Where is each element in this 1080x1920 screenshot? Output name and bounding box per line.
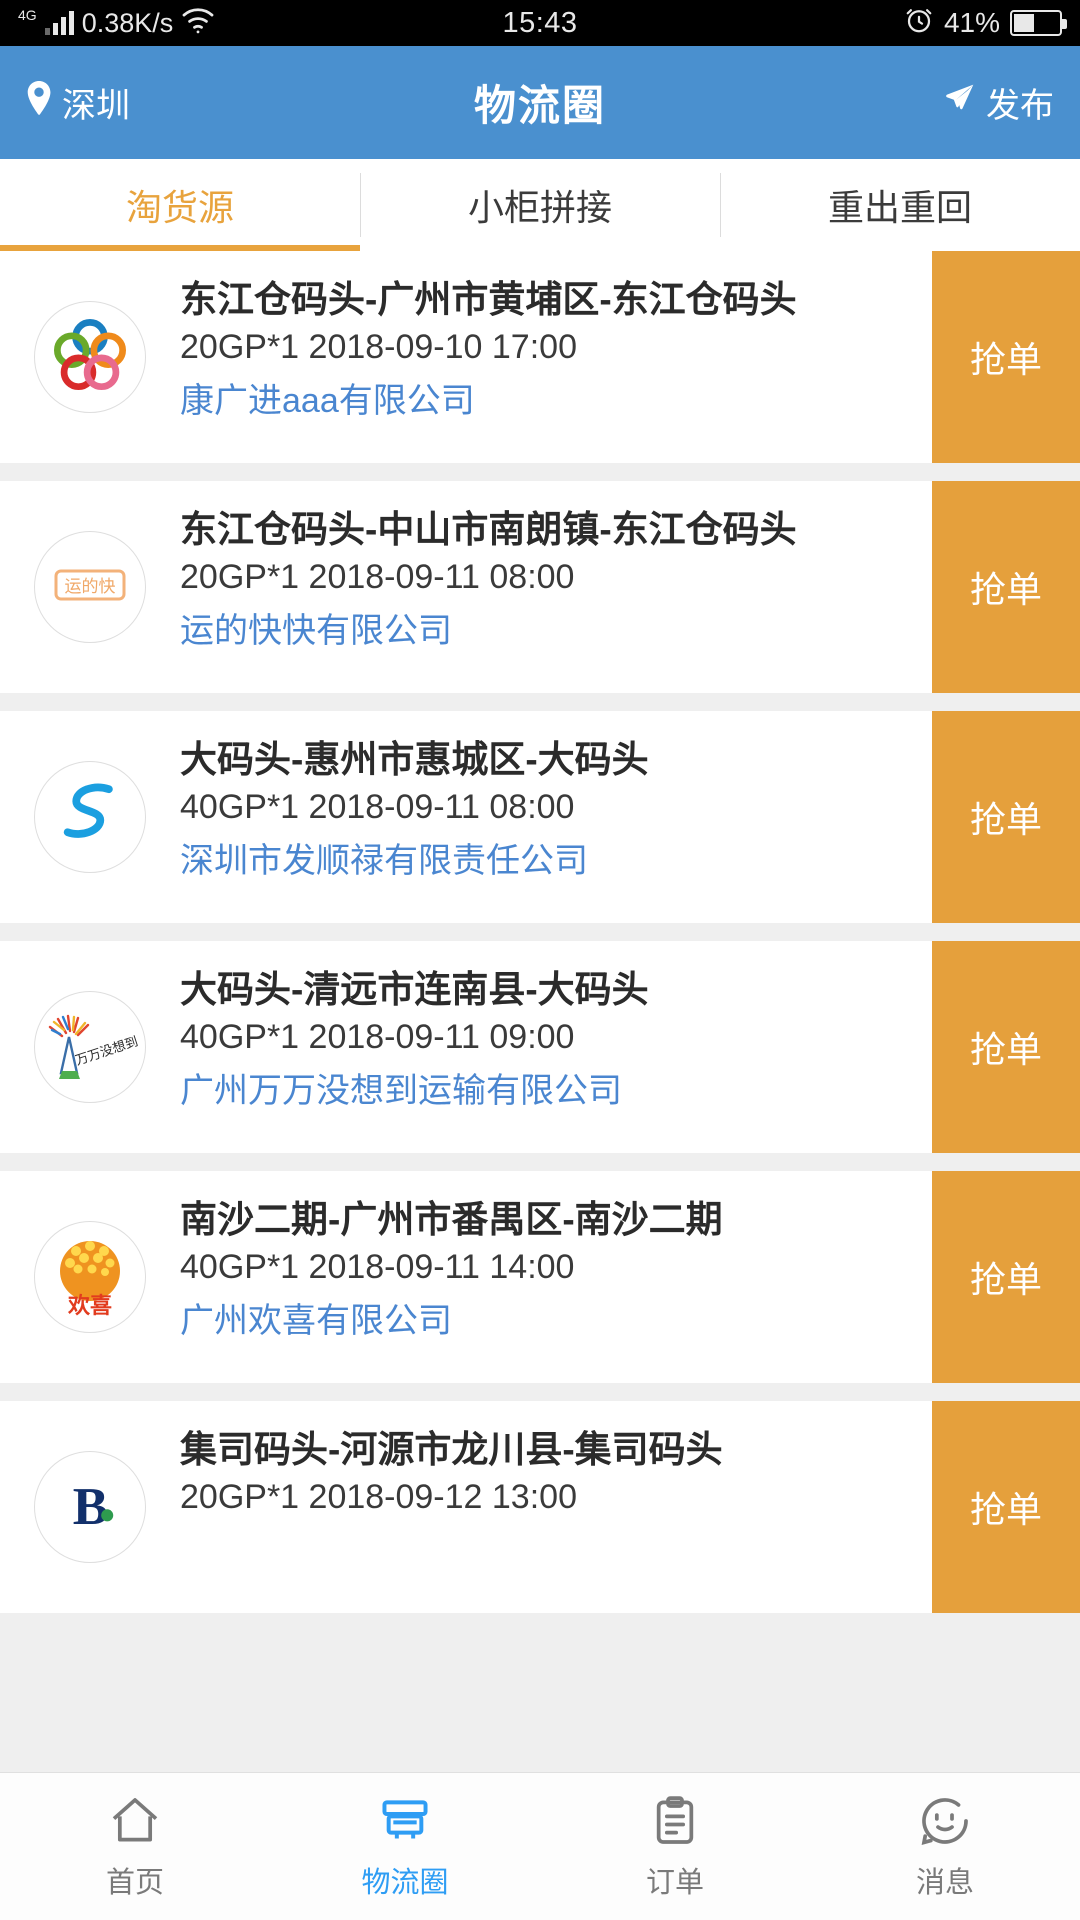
svg-text:B: B [73,1475,109,1535]
avatar [34,761,146,873]
wifi-icon [181,6,215,41]
location-pin-icon [26,81,52,124]
order-info: 集司码头-河源市龙川县-集司码头 20GP*1 2018-09-12 13:00 [180,1401,932,1613]
route-title: 大码头-清远市连南县-大码头 [180,969,649,1010]
container-spec: 20GP*1 2018-09-12 13:00 [180,1478,577,1517]
container-spec: 40GP*1 2018-09-11 09:00 [180,1018,575,1057]
order-list: 东江仓码头-广州市黄埔区-东江仓码头 20GP*1 2018-09-10 17:… [0,251,1080,1613]
avatar: 运的快 [34,531,146,643]
avatar-cell: B [0,1401,180,1613]
avatar: B [34,1451,146,1563]
order-info: 东江仓码头-广州市黄埔区-东江仓码头 20GP*1 2018-09-10 17:… [180,251,932,463]
location-selector[interactable]: 深圳 [26,78,130,127]
svg-text:万万没想到: 万万没想到 [73,1033,139,1067]
truck-icon [377,1793,433,1849]
alarm-icon [904,5,934,42]
huanxi-logo-icon: 欢喜 [40,1225,140,1330]
avatar-cell [0,251,180,463]
airplane-icon [942,82,978,123]
nav-item-wuliuquan[interactable]: 物流圈 [270,1793,540,1901]
yundikuaikuai-logo-icon: 运的快 [50,563,130,612]
b-letter-logo-icon: B [47,1462,133,1553]
order-list-scroll[interactable]: 东江仓码头-广州市黄埔区-东江仓码头 20GP*1 2018-09-10 17:… [0,251,1080,1724]
home-icon [107,1793,163,1849]
network-type-label: 4G [18,7,37,23]
order-info: 大码头-清远市连南县-大码头 40GP*1 2018-09-11 09:00 广… [180,941,932,1153]
list-item[interactable]: 万万没想到 大码头-清远市连南县-大码头 40GP*1 2018-09-11 0… [0,941,1080,1153]
tab-label: 淘货源 [125,187,234,228]
list-item[interactable]: 运的快 东江仓码头-中山市南朗镇-东江仓码头 20GP*1 2018-09-11… [0,481,1080,693]
clipboard-icon [647,1793,703,1849]
tab-label: 重出重回 [827,187,972,228]
avatar [34,301,146,413]
publish-label: 发布 [986,87,1054,125]
battery-fill [1014,14,1034,32]
grab-order-button[interactable]: 抢单 [932,941,1080,1153]
avatar-cell: 万万没想到 [0,941,180,1153]
tab-taohuoyuan[interactable]: 淘货源 [0,159,360,251]
signal-bars-icon [44,11,74,35]
svg-text:运的快: 运的快 [65,577,116,596]
route-title: 南沙二期-广州市番禺区-南沙二期 [180,1199,723,1240]
container-spec: 40GP*1 2018-09-11 08:00 [180,788,575,827]
grab-order-button[interactable]: 抢单 [932,1401,1080,1613]
order-info: 南沙二期-广州市番禺区-南沙二期 40GP*1 2018-09-11 14:00… [180,1171,932,1383]
nav-item-messages[interactable]: 消息 [810,1793,1080,1901]
list-item[interactable]: B 集司码头-河源市龙川县-集司码头 20GP*1 2018-09-12 13:… [0,1401,1080,1613]
avatar-cell: 欢喜 [0,1171,180,1383]
nav-label: 物流圈 [361,1866,449,1899]
nav-item-orders[interactable]: 订单 [540,1793,810,1901]
list-item[interactable]: 东江仓码头-广州市黄埔区-东江仓码头 20GP*1 2018-09-10 17:… [0,251,1080,463]
nav-label: 消息 [915,1866,974,1899]
route-title: 东江仓码头-广州市黄埔区-东江仓码头 [180,279,797,320]
company-name[interactable]: 深圳市发顺禄有限责任公司 [180,833,916,882]
kangguangjin-logo-icon [42,307,138,408]
avatar: 欢喜 [34,1221,146,1333]
network-speed-label: 0.38K/s [81,7,174,38]
tab-label: 小柜拼接 [467,187,612,228]
status-bar-clock: 15:43 [502,6,578,39]
company-name[interactable]: 运的快快有限公司 [180,603,916,652]
nav-label: 首页 [105,1866,164,1899]
tab-zhongchuzhonghui[interactable]: 重出重回 [720,159,1080,251]
bottom-navigation: 首页 物流圈 订单 消息 [0,1772,1080,1920]
container-spec: 40GP*1 2018-09-11 14:00 [180,1248,575,1287]
company-name[interactable]: 广州欢喜有限公司 [180,1293,916,1342]
container-spec: 20GP*1 2018-09-10 17:00 [180,328,577,367]
container-spec: 20GP*1 2018-09-11 08:00 [180,558,575,597]
nav-label: 订单 [645,1866,704,1899]
tab-xiaoguipinjie[interactable]: 小柜拼接 [360,159,720,251]
nav-item-home[interactable]: 首页 [0,1793,270,1901]
category-tabs: 淘货源 小柜拼接 重出重回 [0,159,1080,251]
page-title: 物流圈 [473,82,606,129]
grab-order-button[interactable]: 抢单 [932,711,1080,923]
order-info: 大码头-惠州市惠城区-大码头 40GP*1 2018-09-11 08:00 深… [180,711,932,923]
status-bar: 4G 0.38K/s 15:43 41% [0,0,1080,46]
app-header: 深圳 物流圈 发布 [0,46,1080,159]
list-item[interactable]: 大码头-惠州市惠城区-大码头 40GP*1 2018-09-11 08:00 深… [0,711,1080,923]
route-title: 东江仓码头-中山市南朗镇-东江仓码头 [180,509,797,550]
order-info: 东江仓码头-中山市南朗镇-东江仓码头 20GP*1 2018-09-11 08:… [180,481,932,693]
route-title: 大码头-惠州市惠城区-大码头 [180,739,649,780]
battery-percent-label: 41% [943,7,1001,38]
grab-order-button[interactable]: 抢单 [932,251,1080,463]
company-name[interactable]: 康广进aaa有限公司 [180,373,916,422]
smiley-message-icon [917,1793,973,1849]
wanwanmeixiangdao-logo-icon: 万万没想到 [40,1003,140,1092]
status-bar-left: 4G 0.38K/s [18,6,502,41]
avatar-cell [0,711,180,923]
status-bar-right: 41% [578,5,1068,42]
svg-text:欢喜: 欢喜 [67,1293,112,1318]
location-label: 深圳 [62,87,130,125]
fashunlu-logo-icon [47,772,133,863]
avatar: 万万没想到 [34,991,146,1103]
list-item[interactable]: 欢喜 南沙二期-广州市番禺区-南沙二期 40GP*1 2018-09-11 14… [0,1171,1080,1383]
company-name[interactable]: 广州万万没想到运输有限公司 [180,1063,916,1112]
publish-button[interactable]: 发布 [942,78,1054,127]
route-title: 集司码头-河源市龙川县-集司码头 [180,1429,723,1470]
battery-icon [1010,10,1068,36]
avatar-cell: 运的快 [0,481,180,693]
grab-order-button[interactable]: 抢单 [932,1171,1080,1383]
grab-order-button[interactable]: 抢单 [932,481,1080,693]
